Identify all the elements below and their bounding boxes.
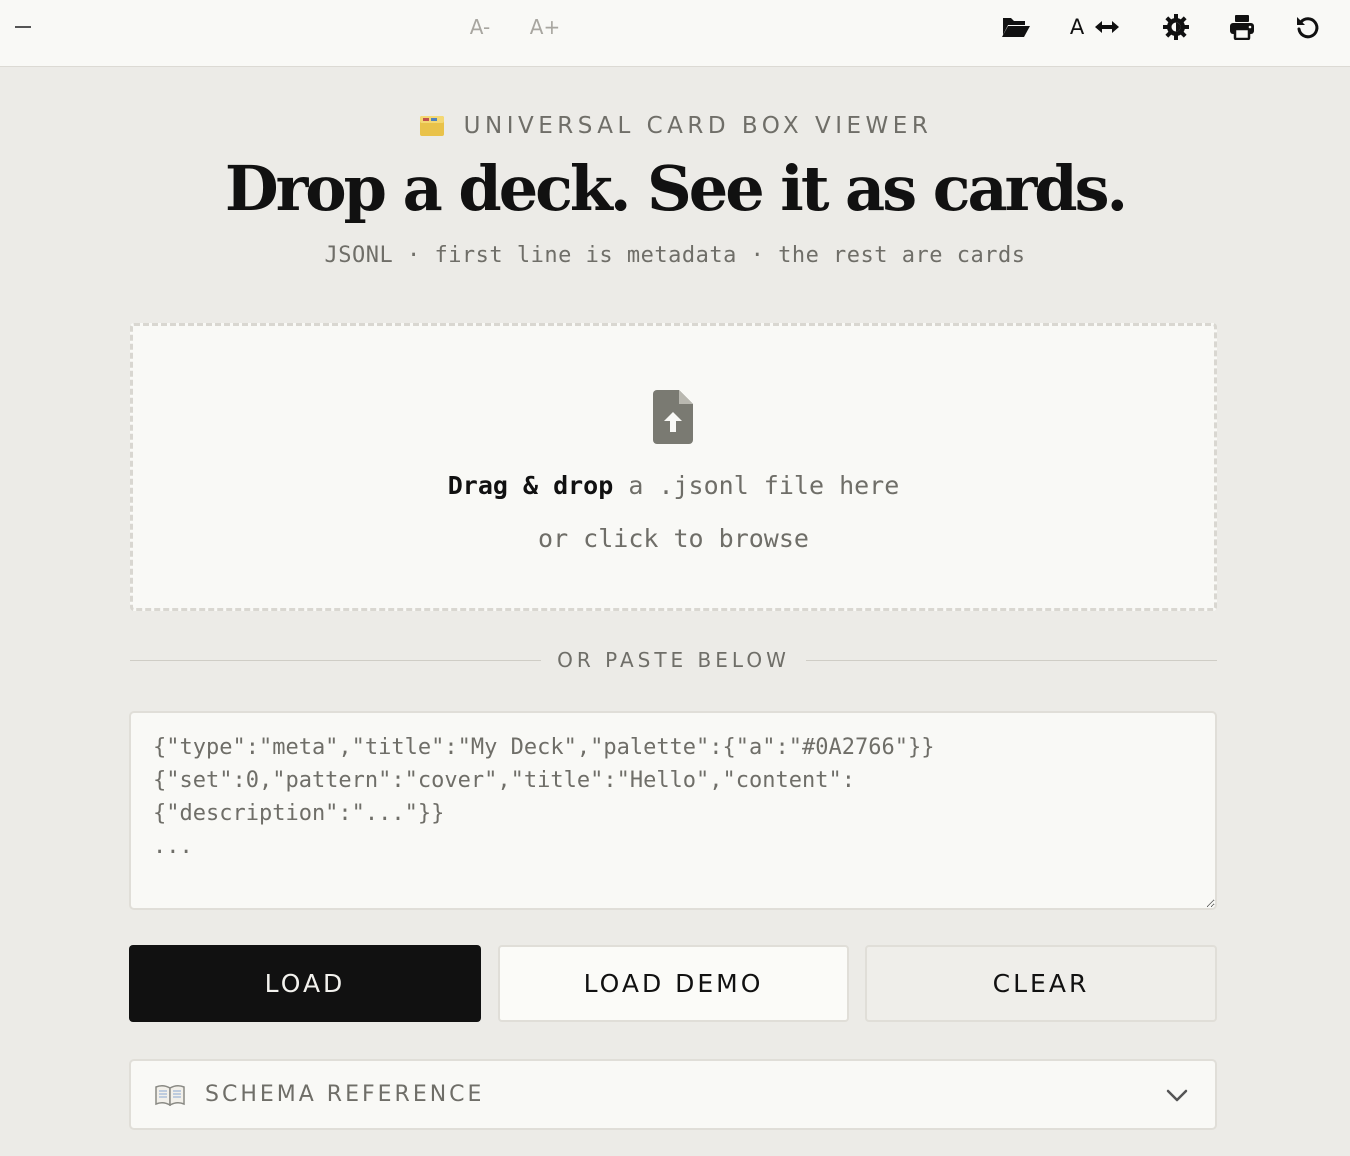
width-toggle-button[interactable]: A [1060, 10, 1130, 44]
dropzone-secondary-text: or click to browse [538, 524, 809, 553]
card-box-icon [418, 112, 446, 140]
print-button[interactable] [1224, 10, 1260, 44]
reset-button[interactable] [1290, 10, 1326, 44]
folder-open-icon [1002, 18, 1030, 37]
paste-divider: OR PASTE BELOW [130, 645, 1218, 675]
paste-textarea[interactable] [129, 711, 1217, 910]
dropzone-rest-text: a .jsonl file here [613, 471, 900, 500]
clear-button[interactable]: CLEAR [865, 945, 1217, 1022]
divider-label: OR PASTE BELOW [557, 648, 790, 672]
theme-gear-icon [1163, 14, 1189, 40]
chevron-down-icon [1166, 1089, 1188, 1102]
minimize-icon [15, 26, 31, 28]
reset-icon [1297, 17, 1319, 39]
open-book-icon [155, 1084, 185, 1106]
minimize-button[interactable] [12, 10, 34, 44]
eyebrow-text: UNIVERSAL CARD BOX VIEWER [463, 113, 933, 139]
width-toggle-letter: A [1069, 15, 1085, 39]
font-decrease-button[interactable]: A- [460, 10, 500, 44]
dropzone-strong-text: Drag & drop [447, 471, 614, 500]
width-arrows-icon [1095, 21, 1120, 33]
divider-line-right [805, 659, 1218, 661]
schema-reference-toggle[interactable]: SCHEMA REFERENCE [129, 1059, 1217, 1130]
font-increase-button[interactable]: A+ [525, 10, 565, 44]
page-title: Drop a deck. See it as cards. [224, 152, 1128, 225]
load-demo-button[interactable]: LOAD DEMO [498, 945, 849, 1022]
load-button[interactable]: LOAD [129, 945, 481, 1022]
open-file-button[interactable] [998, 10, 1034, 44]
theme-button[interactable] [1158, 10, 1194, 44]
file-upload-icon [653, 390, 693, 444]
divider-line-left [130, 659, 542, 661]
dropzone-primary-text: Drag & drop a .jsonl file here [133, 471, 1214, 500]
app-eyebrow: UNIVERSAL CARD BOX VIEWER [0, 112, 1350, 140]
page-subtitle: JSONL · first line is metadata · the res… [324, 243, 1026, 268]
top-toolbar: A- A+ A [0, 0, 1350, 67]
file-dropzone[interactable]: Drag & drop a .jsonl file here or click … [130, 323, 1217, 611]
print-icon [1230, 15, 1254, 40]
schema-reference-label: SCHEMA REFERENCE [205, 1082, 485, 1107]
